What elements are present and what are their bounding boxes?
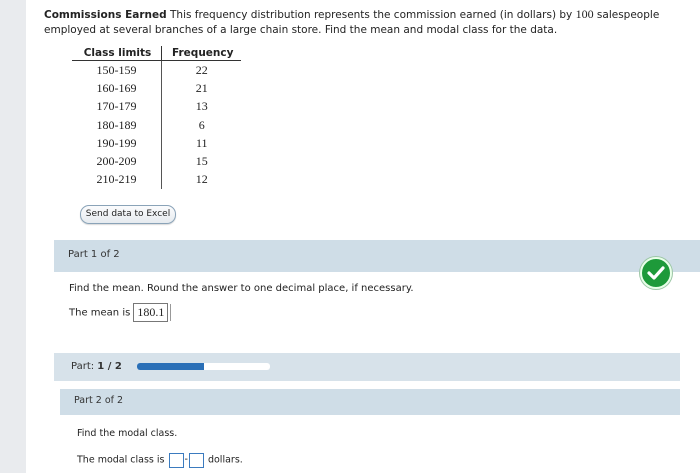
part1-header: Part 1 of 2 <box>54 240 700 272</box>
table-row: 190-199 11 <box>72 134 241 153</box>
class-limit-cell: 190-199 <box>72 134 162 153</box>
problem-text-1: This frequency distribution represents t… <box>166 9 576 21</box>
problem-title: Commissions Earned <box>44 9 167 21</box>
modal-lower-input[interactable] <box>168 452 184 468</box>
progress-label: Part: 1 / 2 <box>71 361 122 372</box>
class-limit-cell: 180-189 <box>72 115 162 135</box>
modal-answer-row: The modal class is - dollars. <box>77 452 243 468</box>
frequency-table: Class limits Frequency 150-159 22 160-169… <box>72 46 242 190</box>
progress-label-value: 1 / 2 <box>97 361 122 372</box>
progress-strip: Part: 1 / 2 <box>54 353 680 381</box>
table-row: 170-179 13 <box>72 97 241 116</box>
part2-header-label: Part 2 of 2 <box>74 395 124 406</box>
problem-count: 100 <box>575 7 594 21</box>
frequency-cell: 13 <box>195 99 208 114</box>
table-row: 180-189 6 <box>72 115 241 135</box>
part1-instruction: Find the mean. Round the answer to one d… <box>69 283 414 294</box>
check-icon <box>640 257 672 289</box>
header-frequency: Frequency <box>161 46 242 61</box>
table-row: 200-209 15 <box>72 152 241 171</box>
frequency-cell: 11 <box>195 135 208 150</box>
class-limit-cell: 170-179 <box>72 97 162 116</box>
progress-bar <box>137 363 270 370</box>
frequency-cell: 15 <box>195 154 208 169</box>
mean-answer-row: The mean is 180.1 <box>69 303 172 323</box>
modal-suffix: dollars. <box>207 454 243 466</box>
class-limit-cell: 200-209 <box>72 152 162 171</box>
header-class-limits: Class limits <box>72 46 162 61</box>
part2-instruction: Find the modal class. <box>77 428 178 439</box>
table-row: 210-219 12 <box>72 170 241 190</box>
frequency-cell: 22 <box>195 62 208 77</box>
send-to-excel-button[interactable]: Send data to Excel <box>80 205 176 224</box>
table-row: 160-169 21 <box>72 79 241 98</box>
mean-label: The mean is <box>69 307 131 319</box>
table-row: 150-159 22 <box>72 60 241 80</box>
class-limit-cell: 150-159 <box>72 60 162 80</box>
class-limit-cell: 210-219 <box>72 170 162 190</box>
modal-label: The modal class is <box>77 454 165 466</box>
modal-upper-input[interactable] <box>188 452 204 468</box>
class-limit-cell: 160-169 <box>72 79 162 98</box>
mean-answer-box[interactable]: 180.1 <box>133 303 169 322</box>
problem-statement: Commissions Earned This frequency distri… <box>44 7 694 38</box>
frequency-cell: 21 <box>195 80 208 95</box>
answer-caret <box>170 304 172 321</box>
part1-header-label: Part 1 of 2 <box>68 249 120 260</box>
modal-separator: - <box>184 454 188 465</box>
progress-bar-fill <box>137 363 204 370</box>
frequency-cell: 12 <box>195 172 208 187</box>
progress-label-prefix: Part: <box>71 361 98 372</box>
frequency-cell: 6 <box>198 117 205 132</box>
part2-header: Part 2 of 2 <box>60 389 680 415</box>
